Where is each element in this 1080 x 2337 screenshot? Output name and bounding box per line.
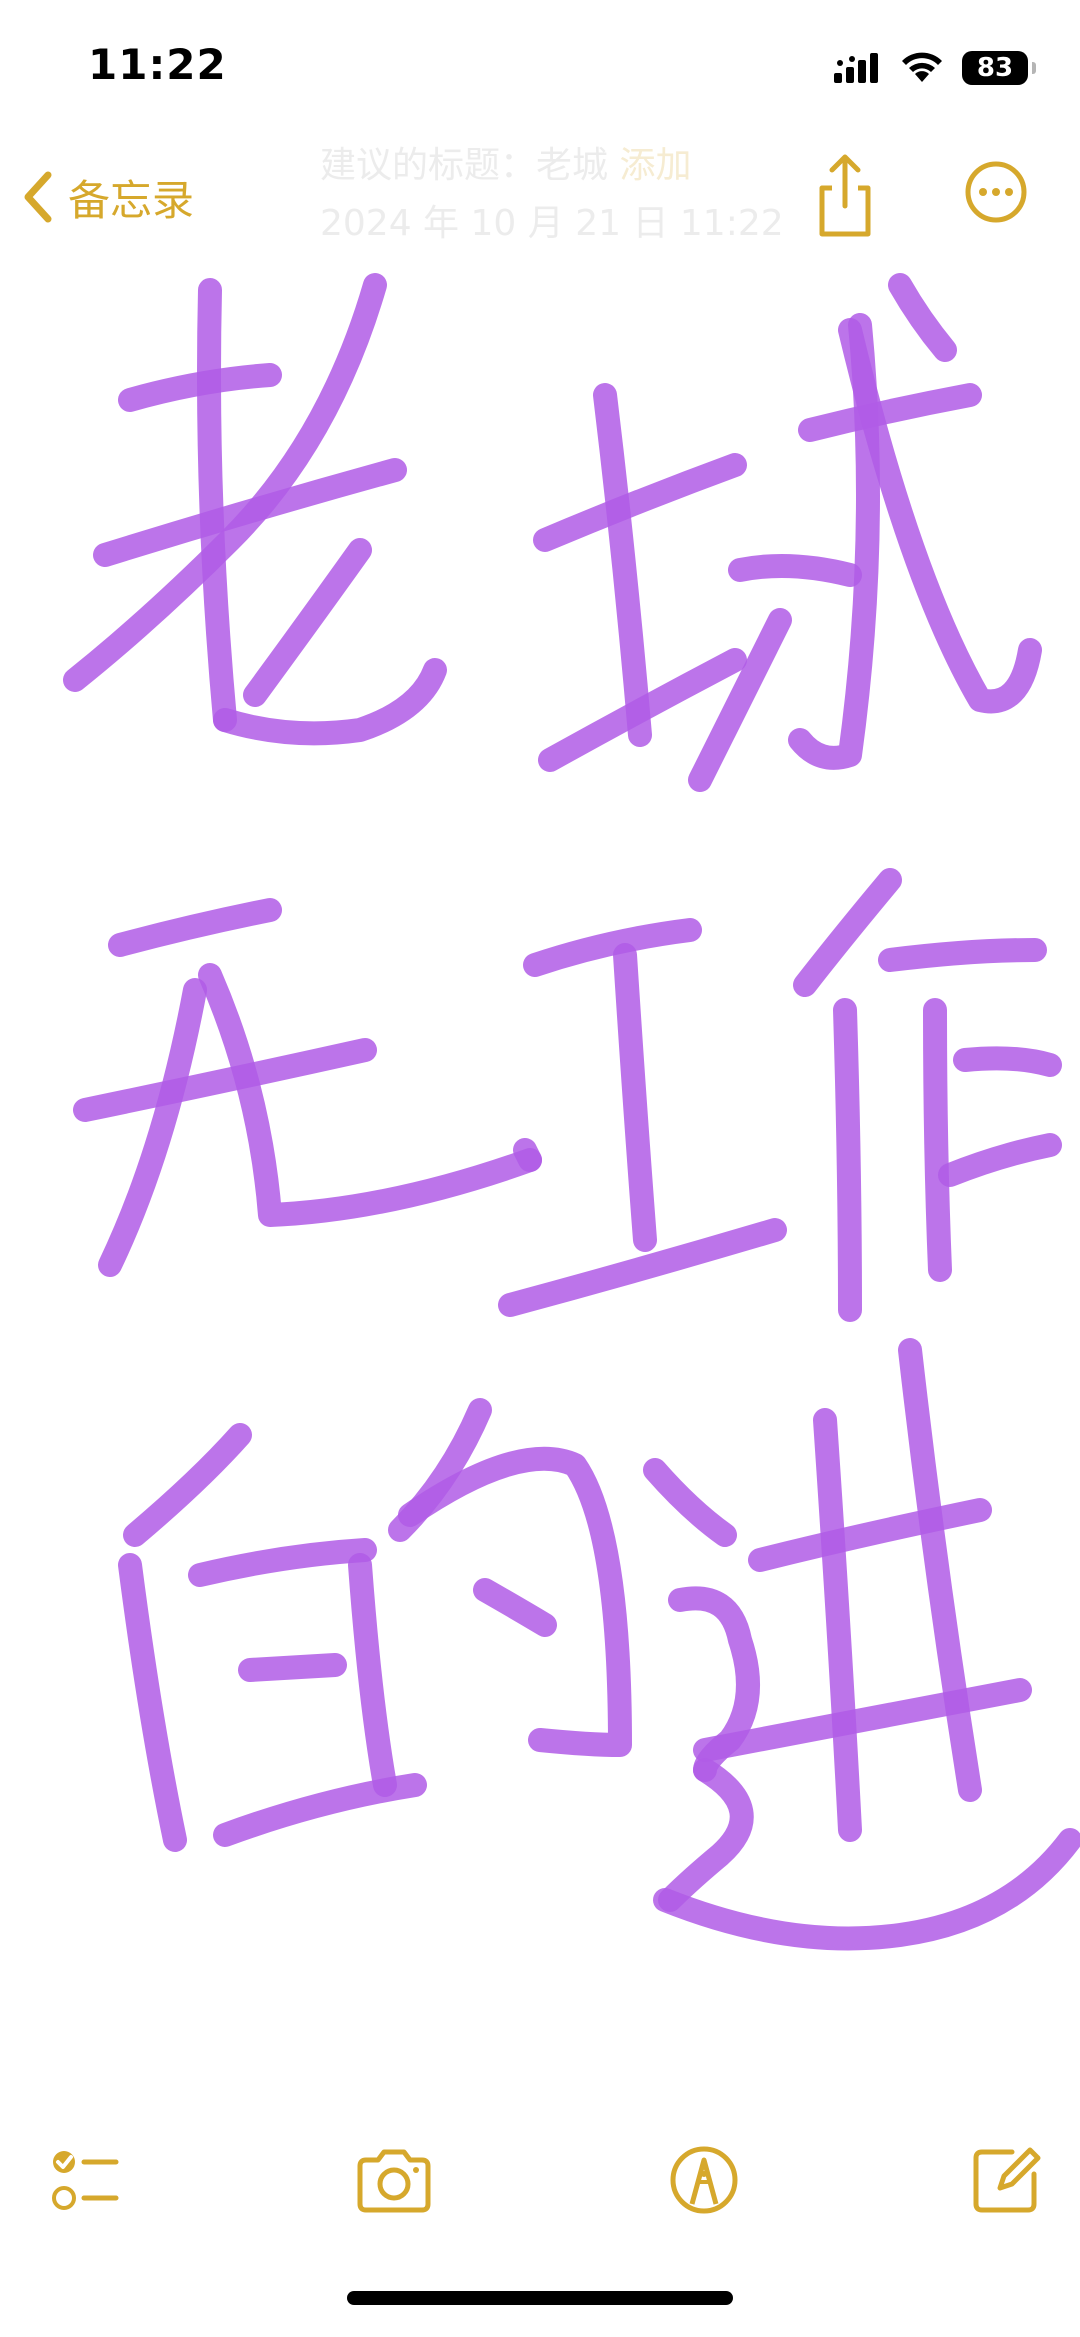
battery-icon: 83 bbox=[962, 51, 1036, 85]
battery-cap bbox=[1032, 62, 1036, 74]
suggested-title-prefix: 建议的标题： bbox=[320, 145, 537, 186]
back-label: 备忘录 bbox=[68, 175, 195, 225]
camera-icon bbox=[357, 2149, 431, 2213]
camera-button[interactable] bbox=[354, 2140, 434, 2220]
status-bar: 11:22 83 bbox=[0, 0, 1080, 130]
markup-button[interactable] bbox=[664, 2140, 744, 2220]
chevron-left-icon bbox=[24, 171, 52, 223]
bottom-toolbar bbox=[0, 2130, 1080, 2230]
battery-level: 83 bbox=[976, 53, 1014, 83]
cellular-signal-icon bbox=[834, 53, 878, 83]
checklist-button[interactable] bbox=[44, 2140, 124, 2220]
markup-pen-icon bbox=[670, 2146, 738, 2214]
more-button[interactable] bbox=[964, 160, 1028, 224]
suggested-title-add[interactable]: 添加 bbox=[619, 145, 691, 186]
note-meta: 建议的标题：老城 添加 2024 年 10 月 21 日 11:22 bbox=[320, 140, 784, 250]
home-indicator[interactable] bbox=[347, 2291, 733, 2305]
status-time: 11:22 bbox=[88, 40, 227, 89]
compose-button[interactable] bbox=[966, 2140, 1046, 2220]
share-icon bbox=[819, 154, 871, 237]
wifi-icon bbox=[902, 52, 942, 82]
ellipsis-circle-icon bbox=[965, 161, 1027, 223]
suggested-title-value: 老城 bbox=[536, 145, 609, 186]
back-button[interactable]: 备忘录 bbox=[20, 162, 194, 232]
share-button[interactable] bbox=[812, 150, 878, 240]
status-icons: 83 bbox=[834, 48, 1036, 88]
nav-bar: 备忘录 建议的标题：老城 添加 2024 年 10 月 21 日 11:22 bbox=[0, 140, 1080, 260]
handwriting-canvas[interactable] bbox=[0, 260, 1080, 1960]
compose-icon bbox=[973, 2147, 1041, 2213]
note-timestamp: 2024 年 10 月 21 日 11:22 bbox=[320, 203, 784, 244]
suggested-title[interactable]: 建议的标题：老城 添加 bbox=[320, 140, 780, 192]
ink-strokes bbox=[63, 273, 1080, 1951]
checklist-icon bbox=[52, 2151, 119, 2210]
